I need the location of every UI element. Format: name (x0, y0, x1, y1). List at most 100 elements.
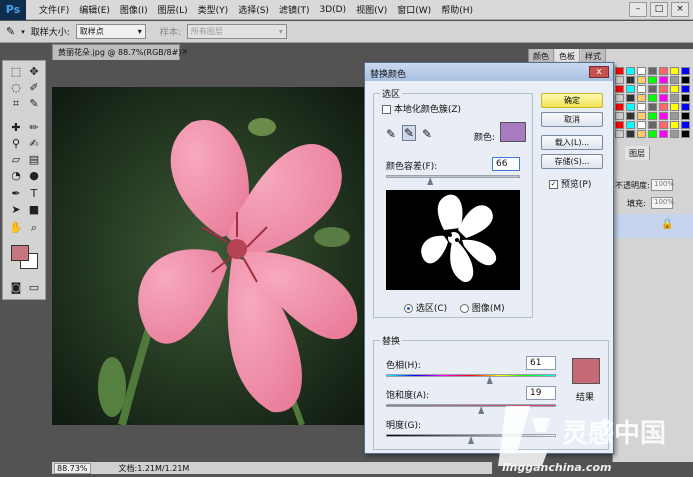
saturation-slider-thumb[interactable] (478, 406, 485, 414)
eyedropper-minus-icon[interactable]: ✎ (422, 127, 432, 141)
menu-type[interactable]: 类型(Y) (193, 3, 234, 16)
image-canvas[interactable] (52, 87, 364, 425)
quick-mask-icon[interactable]: ◙ (8, 281, 24, 295)
dialog-close-button[interactable]: x (589, 66, 609, 78)
marquee-tool-icon[interactable]: ⬚ (8, 65, 24, 79)
swatch-cell[interactable] (637, 103, 646, 111)
hue-input[interactable]: 61 (526, 356, 556, 370)
swatch-cell[interactable] (659, 103, 668, 111)
swatch-cell[interactable] (648, 85, 657, 93)
menu-file[interactable]: 文件(F) (34, 3, 74, 16)
save-button[interactable]: 存储(S)... (541, 154, 603, 169)
blur-tool-icon[interactable]: ◔ (8, 169, 24, 183)
quick-select-tool-icon[interactable]: ✐ (26, 81, 42, 95)
swatch-cell[interactable] (615, 130, 624, 138)
swatch-cell[interactable] (681, 112, 690, 120)
view-image-radio[interactable] (460, 304, 469, 313)
move-tool-icon[interactable]: ✥ (26, 65, 42, 79)
cancel-button[interactable]: 取消 (541, 112, 603, 127)
menu-3d[interactable]: 3D(D) (314, 5, 351, 15)
swatch-cell[interactable] (670, 130, 679, 138)
swatch-cell[interactable] (659, 121, 668, 129)
swatch-cell[interactable] (637, 112, 646, 120)
minimize-button[interactable]: – (629, 2, 647, 17)
swatch-cell[interactable] (626, 76, 635, 84)
swatch-cell[interactable] (670, 103, 679, 111)
swatch-cell[interactable] (648, 94, 657, 102)
swatch-cell[interactable] (670, 76, 679, 84)
swatch-cell[interactable] (615, 103, 624, 111)
crop-tool-icon[interactable]: ⌗ (8, 97, 24, 111)
swatch-cell[interactable] (648, 103, 657, 111)
result-color-swatch[interactable] (572, 358, 600, 384)
swatch-cell[interactable] (659, 130, 668, 138)
load-button[interactable]: 载入(L)... (541, 135, 603, 150)
swatch-cell[interactable] (659, 76, 668, 84)
swatch-cell[interactable] (637, 94, 646, 102)
path-select-tool-icon[interactable]: ➤ (8, 203, 24, 217)
view-image-option[interactable]: 图像(M) (460, 301, 505, 314)
swatch-cell[interactable] (626, 103, 635, 111)
tab-color[interactable]: 颜色 (529, 49, 554, 63)
swatch-cell[interactable] (681, 121, 690, 129)
swatch-cell[interactable] (626, 94, 635, 102)
swatch-cell[interactable] (648, 67, 657, 75)
swatch-cell[interactable] (659, 85, 668, 93)
close-icon[interactable]: × (181, 47, 188, 58)
swatch-cell[interactable] (659, 94, 668, 102)
menu-select[interactable]: 选择(S) (233, 3, 274, 16)
swatch-cell[interactable] (626, 67, 635, 75)
swatch-cell[interactable] (681, 85, 690, 93)
eyedropper-tool-icon[interactable]: ✎ (26, 97, 42, 111)
fuzziness-input[interactable]: 66 (492, 157, 520, 171)
menu-image[interactable]: 图像(I) (115, 3, 153, 16)
eyedropper-tool-icon[interactable]: ✎ (6, 25, 15, 38)
swatch-cell[interactable] (626, 85, 635, 93)
menu-filter[interactable]: 滤镜(T) (274, 3, 315, 16)
fuzziness-slider-track[interactable] (386, 175, 520, 178)
swatch-cell[interactable] (670, 112, 679, 120)
swatch-cell[interactable] (637, 85, 646, 93)
tool-preset-dropdown-icon[interactable]: ▾ (21, 28, 25, 36)
preview-checkbox[interactable]: ✓ (549, 180, 558, 189)
swatch-cell[interactable] (670, 85, 679, 93)
swatch-cell[interactable] (615, 76, 624, 84)
hue-slider-track[interactable] (386, 374, 556, 377)
maximize-button[interactable]: □ (650, 2, 668, 17)
swatch-cell[interactable] (626, 130, 635, 138)
gradient-tool-icon[interactable]: ▤ (26, 153, 42, 167)
swatch-cell[interactable] (670, 121, 679, 129)
selection-color-swatch[interactable] (500, 122, 526, 142)
localized-clusters-checkbox[interactable] (382, 105, 391, 114)
sample-size-select[interactable]: 取样点 ▾ (75, 24, 146, 39)
swatch-cell[interactable] (681, 76, 690, 84)
menu-edit[interactable]: 编辑(E) (74, 3, 115, 16)
ok-button[interactable]: 确定 (541, 93, 603, 108)
zoom-tool-icon[interactable]: ⌕ (26, 221, 42, 235)
menu-help[interactable]: 帮助(H) (436, 3, 478, 16)
swatch-cell[interactable] (648, 76, 657, 84)
swatch-cell[interactable] (615, 67, 624, 75)
hand-tool-icon[interactable]: ✋ (8, 221, 24, 235)
eraser-tool-icon[interactable]: ▱ (8, 153, 24, 167)
swatch-cell[interactable] (626, 112, 635, 120)
shape-tool-icon[interactable]: ■ (26, 203, 42, 217)
zoom-level[interactable]: 88.73% (54, 462, 91, 474)
foreground-color-swatch[interactable] (11, 245, 29, 261)
layer-row-background[interactable]: 🔒 (613, 214, 693, 238)
history-brush-tool-icon[interactable]: ✍ (26, 137, 42, 151)
swatch-cell[interactable] (615, 112, 624, 120)
dodge-tool-icon[interactable]: ● (26, 169, 42, 183)
type-tool-icon[interactable]: T (26, 187, 42, 201)
swatch-cell[interactable] (615, 85, 624, 93)
close-window-button[interactable]: × (671, 2, 689, 17)
swatch-cell[interactable] (659, 112, 668, 120)
swatch-cell[interactable] (681, 67, 690, 75)
swatch-cell[interactable] (681, 94, 690, 102)
preview-option[interactable]: ✓ 预览(P) (549, 177, 591, 190)
swatch-cell[interactable] (670, 67, 679, 75)
swatch-cell[interactable] (681, 103, 690, 111)
view-selection-option[interactable]: 选区(C) (404, 301, 447, 314)
swatch-cell[interactable] (637, 121, 646, 129)
sample-select[interactable]: 所有图层 ▾ (186, 24, 287, 39)
